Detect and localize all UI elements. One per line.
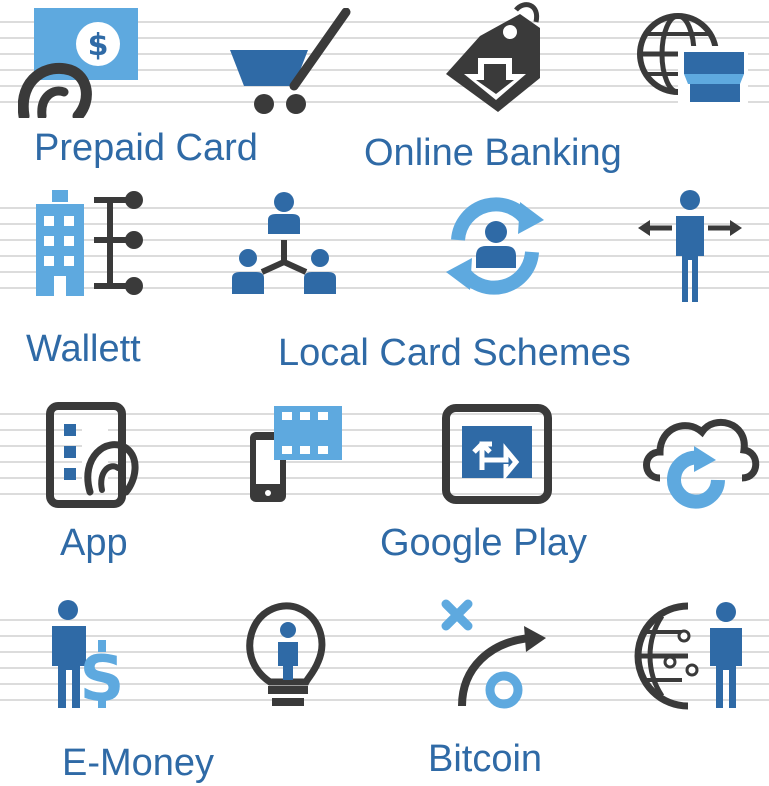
globe-shop-icon <box>637 13 748 106</box>
icon-grid: $ Prepaid Card Online Banking Wallett Lo… <box>0 0 769 786</box>
lightbulb-person-icon <box>246 602 326 706</box>
phone-film-icon <box>250 406 342 502</box>
monitor-arrow-icon <box>442 404 552 504</box>
globe-person-icon <box>634 602 742 710</box>
cloud-refresh-icon <box>643 418 760 509</box>
label-google-play: Google Play <box>380 522 588 564</box>
person-refresh-icon <box>446 197 544 295</box>
svg-text:$: $ <box>88 28 109 63</box>
building-network-icon <box>36 190 143 296</box>
label-wallett: Wallett <box>26 328 141 370</box>
price-tag-download-icon <box>446 2 540 112</box>
people-hierarchy-icon <box>232 192 336 294</box>
card-hand-dollar-icon: $ <box>18 8 138 118</box>
shopping-cart-icon <box>230 8 351 114</box>
label-app: App <box>60 522 128 564</box>
label-e-money: E-Money <box>62 742 215 784</box>
label-bitcoin: Bitcoin <box>428 738 543 780</box>
x-to-circle-arrow-icon <box>441 599 546 709</box>
tablet-touch-icon <box>46 402 139 508</box>
label-local-card-schemes: Local Card Schemes <box>278 332 631 374</box>
person-dollar-icon: S <box>52 600 124 712</box>
label-prepaid-card: Prepaid Card <box>34 127 258 169</box>
label-online-banking: Online Banking <box>364 132 622 174</box>
person-arrows-icon <box>638 190 742 302</box>
